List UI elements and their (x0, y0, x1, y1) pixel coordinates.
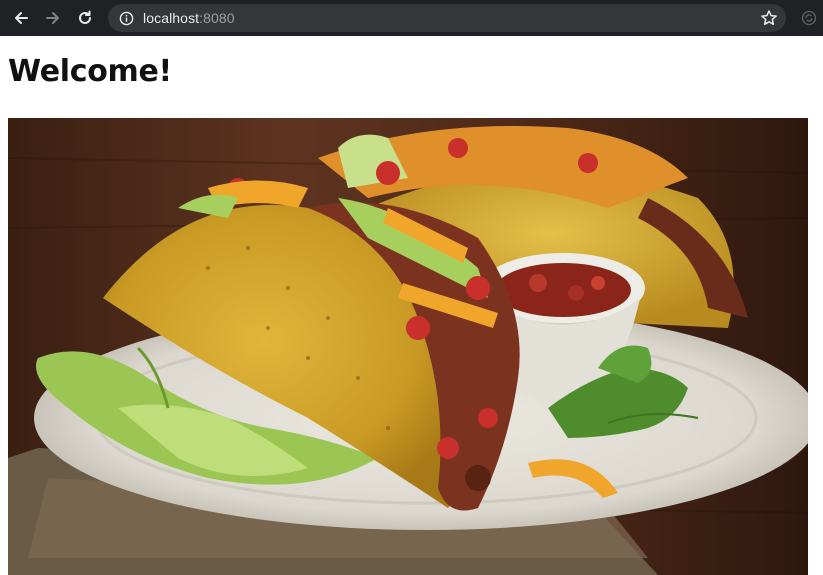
extension-icon[interactable] (800, 9, 818, 27)
url-host: localhost (143, 10, 200, 26)
page-title: Welcome! (8, 54, 172, 89)
hero-image (8, 118, 808, 575)
forward-arrow-icon[interactable] (42, 7, 64, 29)
url-port: :8080 (199, 10, 235, 26)
reload-icon[interactable] (74, 7, 96, 29)
tacos-illustration (8, 118, 808, 575)
back-arrow-icon[interactable] (10, 7, 32, 29)
info-icon[interactable] (118, 10, 134, 26)
address-bar[interactable]: localhost:8080 (108, 4, 786, 32)
browser-toolbar: localhost:8080 (0, 0, 823, 36)
url-text[interactable]: localhost:8080 (143, 10, 235, 26)
bookmark-star-icon[interactable] (760, 9, 778, 27)
